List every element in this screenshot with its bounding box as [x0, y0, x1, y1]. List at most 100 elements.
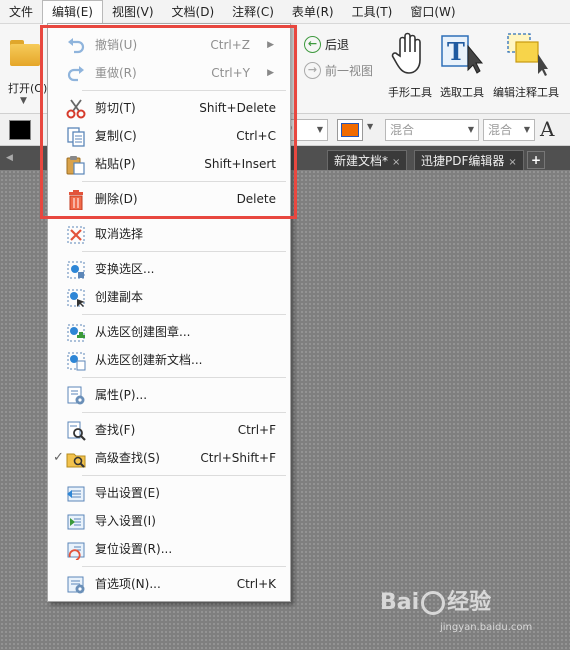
menu-document[interactable]: 文档(D) [163, 0, 224, 24]
menubar: 文件 编辑(E) 视图(V) 文档(D) 注释(C) 表单(R) 工具(T) 窗… [0, 0, 570, 24]
undo-icon [68, 38, 85, 54]
menu-item-label: 重做(R) [95, 66, 137, 80]
tab-label: 迅捷PDF编辑器 [421, 154, 505, 168]
menu-item-advanced-find[interactable]: ✓ 高级查找(S) Ctrl+Shift+F [48, 444, 290, 472]
menu-item-transform-selection[interactable]: 变换选区... [48, 255, 290, 283]
menu-item-shortcut: Delete [236, 192, 276, 206]
chevron-down-icon: ▼ [316, 125, 323, 134]
close-icon[interactable]: × [392, 157, 400, 168]
tab-label: 新建文档 [334, 154, 383, 168]
edit-annotation-tool-label: 编辑注释工具 [493, 86, 559, 99]
select-tool-label: 选取工具 [440, 86, 484, 99]
menu-item-undo[interactable]: 撤销(U) Ctrl+Z ▶ [48, 31, 290, 59]
menu-separator [82, 566, 286, 567]
menu-separator [82, 314, 286, 315]
previous-view-button[interactable]: → 前一视图 [304, 60, 373, 80]
back-label: 后退 [325, 37, 350, 52]
menu-item-shortcut: Ctrl+Z [210, 38, 250, 52]
menu-item-label: 从选区创建新文档... [95, 353, 203, 367]
edit-dropdown-menu: 撤销(U) Ctrl+Z ▶ 重做(R) Ctrl+Y ▶ 剪切(T) Shif… [47, 23, 291, 602]
close-icon[interactable]: × [508, 157, 516, 168]
color-swatch-icon [341, 123, 359, 137]
menu-item-delete[interactable]: 删除(D) Delete [48, 185, 290, 213]
menu-separator [82, 181, 286, 182]
menu-item-reset-settings[interactable]: 复位设置(R)... [48, 535, 290, 563]
menu-view[interactable]: 视图(V) [103, 0, 163, 24]
export-settings-icon [67, 486, 85, 502]
properties-icon [67, 386, 85, 405]
menu-item-label: 复制(C) [95, 129, 137, 143]
menu-item-label: 取消选择 [95, 227, 144, 241]
menu-item-paste[interactable]: 粘贴(P) Shift+Insert [48, 150, 290, 178]
menu-separator [82, 90, 286, 91]
menu-tools[interactable]: 工具(T) [343, 0, 402, 24]
menu-item-preferences[interactable]: 首选项(N)... Ctrl+K [48, 570, 290, 598]
back-button[interactable]: ← 后退 [304, 34, 349, 54]
open-button[interactable]: 打开(O) ▼ [6, 36, 48, 106]
text-color-swatch[interactable] [9, 120, 31, 140]
blend-mode-combo-2[interactable]: 混合 ▼ [483, 119, 535, 141]
import-settings-icon [67, 514, 85, 530]
menu-separator [82, 475, 286, 476]
menu-separator [82, 251, 286, 252]
advanced-find-icon [66, 453, 86, 468]
paste-icon [66, 156, 85, 175]
menu-item-create-document-from-selection[interactable]: 从选区创建新文档... [48, 346, 290, 374]
menu-item-shortcut: Ctrl+K [236, 577, 276, 591]
checkmark-icon: ✓ [53, 450, 64, 465]
deselect-icon [67, 226, 85, 244]
menu-item-label: 变换选区... [95, 262, 155, 276]
menu-item-cut[interactable]: 剪切(T) Shift+Delete [48, 94, 290, 122]
menu-item-shortcut: Shift+Insert [204, 157, 276, 171]
transform-selection-icon [67, 261, 85, 279]
baidu-watermark: Bai 经验 jingyan.baidu.com [380, 584, 532, 633]
menu-item-shortcut: Ctrl+C [236, 129, 276, 143]
menu-item-label: 删除(D) [95, 192, 138, 206]
scissors-icon [66, 99, 86, 119]
annotation-icon [507, 33, 548, 76]
add-tab-button[interactable]: + [527, 151, 545, 169]
stamp-icon [67, 324, 85, 342]
menu-window[interactable]: 窗口(W) [401, 0, 464, 24]
watermark-url: jingyan.baidu.com [440, 622, 533, 633]
menu-item-create-stamp[interactable]: 从选区创建图章... [48, 318, 290, 346]
menu-separator [82, 216, 286, 217]
menu-item-properties[interactable]: 属性(P)... [48, 381, 290, 409]
hand-icon [391, 32, 421, 74]
menu-comment[interactable]: 注释(C) [223, 0, 283, 24]
menu-file[interactable]: 文件 [0, 0, 42, 24]
menu-edit[interactable]: 编辑(E) [42, 0, 103, 24]
arrow-right-icon: → [304, 61, 321, 79]
menu-item-label: 导出设置(E) [95, 486, 160, 500]
select-tool-button[interactable]: T 选取工具 [436, 30, 488, 110]
tab-new-document[interactable]: 新建文档* × [327, 150, 408, 170]
fill-color-picker[interactable] [337, 119, 363, 141]
menu-item-redo[interactable]: 重做(R) Ctrl+Y ▶ [48, 59, 290, 87]
watermark-brand: Bai [380, 590, 420, 615]
menu-item-find[interactable]: 查找(F) Ctrl+F [48, 416, 290, 444]
open-label: 打开(O) [8, 82, 48, 95]
menu-form[interactable]: 表单(R) [283, 0, 343, 24]
blend-mode-value-2: 混合 [488, 123, 513, 137]
menu-item-label: 剪切(T) [95, 101, 136, 115]
font-size-icon[interactable]: A [540, 117, 554, 141]
submenu-arrow-icon: ▶ [267, 68, 274, 78]
chevron-down-icon: ▼ [20, 96, 27, 106]
menu-item-shortcut: Ctrl+Y [211, 66, 250, 80]
chevron-down-icon[interactable]: ▼ [367, 122, 373, 131]
hand-tool-label: 手形工具 [388, 86, 432, 99]
folder-icon [10, 40, 40, 66]
blend-mode-value: 混合 [390, 123, 415, 137]
menu-item-create-copy[interactable]: 创建副本 [48, 283, 290, 311]
menu-item-import-settings[interactable]: 导入设置(I) [48, 507, 290, 535]
edit-annotation-tool-button[interactable]: 编辑注释工具 [488, 30, 564, 110]
menu-separator [82, 377, 286, 378]
tab-scroll-left-icon[interactable]: ◀ [6, 153, 13, 163]
menu-item-copy[interactable]: 复制(C) Ctrl+C [48, 122, 290, 150]
menu-item-deselect[interactable]: 取消选择 [48, 220, 290, 248]
menu-item-export-settings[interactable]: 导出设置(E) [48, 479, 290, 507]
tab-xunjie-pdf-editor[interactable]: 迅捷PDF编辑器 × [414, 150, 524, 170]
blend-mode-combo[interactable]: 混合 ▼ [385, 119, 479, 141]
hand-tool-button[interactable]: 手形工具 [382, 30, 438, 110]
chevron-down-icon: ▼ [523, 125, 530, 134]
